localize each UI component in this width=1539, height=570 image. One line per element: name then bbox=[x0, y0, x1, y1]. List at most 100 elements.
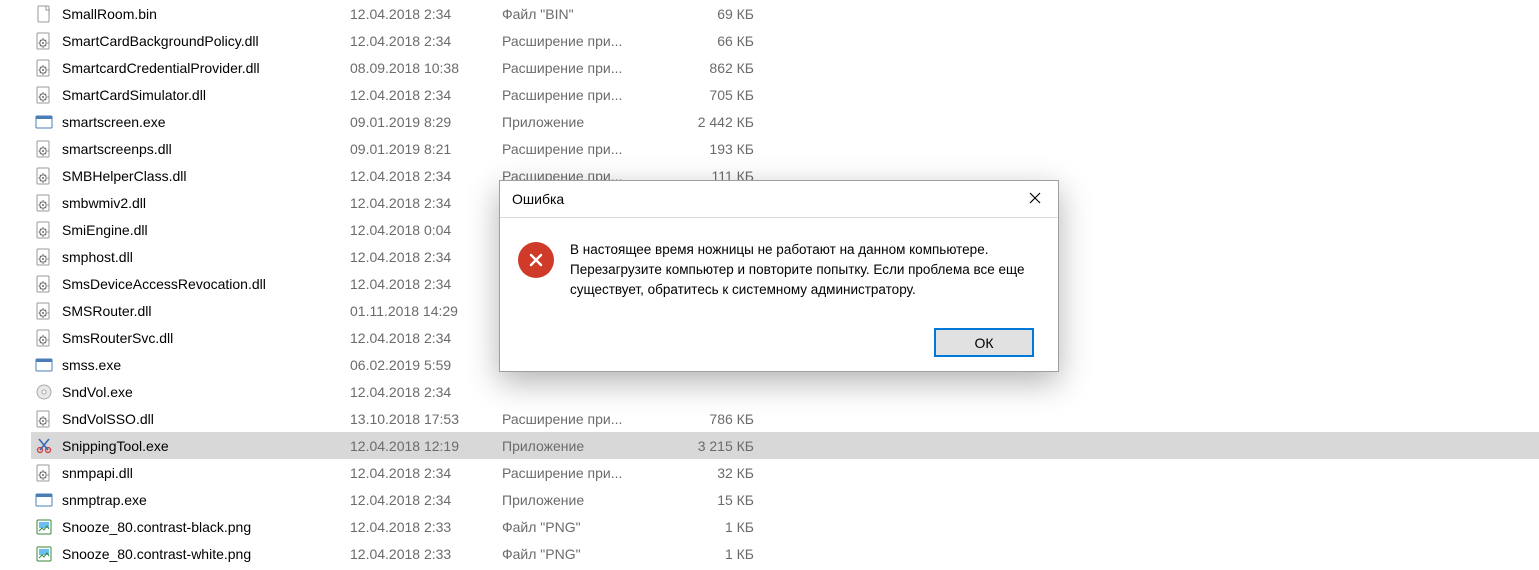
file-size: 2 442 КБ bbox=[658, 114, 764, 130]
file-icon bbox=[34, 247, 54, 267]
file-icon bbox=[34, 220, 54, 240]
file-icon bbox=[34, 31, 54, 51]
file-icon bbox=[34, 436, 54, 456]
file-row[interactable]: SmartcardCredentialProvider.dll08.09.201… bbox=[31, 54, 1539, 81]
file-row[interactable]: snmpapi.dll12.04.2018 2:34Расширение при… bbox=[31, 459, 1539, 486]
file-row[interactable]: SndVol.exe12.04.2018 2:34 bbox=[31, 378, 1539, 405]
file-name: SmallRoom.bin bbox=[62, 6, 350, 22]
file-date: 09.01.2019 8:29 bbox=[350, 114, 502, 130]
dialog-title: Ошибка bbox=[512, 191, 1012, 207]
file-name: smphost.dll bbox=[62, 249, 350, 265]
file-date: 12.04.2018 2:34 bbox=[350, 249, 502, 265]
file-icon bbox=[34, 382, 54, 402]
file-icon bbox=[34, 193, 54, 213]
file-type: Расширение при... bbox=[502, 33, 658, 49]
file-row[interactable]: SmartCardBackgroundPolicy.dll12.04.2018 … bbox=[31, 27, 1539, 54]
file-name: Snooze_80.contrast-white.png bbox=[62, 546, 350, 562]
file-date: 12.04.2018 2:34 bbox=[350, 492, 502, 508]
file-size: 862 КБ bbox=[658, 60, 764, 76]
file-row[interactable]: SmartCardSimulator.dll12.04.2018 2:34Рас… bbox=[31, 81, 1539, 108]
file-size: 1 КБ bbox=[658, 519, 764, 535]
file-icon bbox=[34, 139, 54, 159]
error-dialog: Ошибка В настоящее время ножницы не рабо… bbox=[499, 180, 1059, 372]
close-icon bbox=[1029, 191, 1041, 207]
file-size: 3 215 КБ bbox=[658, 438, 764, 454]
file-name: smbwmiv2.dll bbox=[62, 195, 350, 211]
file-size: 66 КБ bbox=[658, 33, 764, 49]
file-size: 32 КБ bbox=[658, 465, 764, 481]
file-name: snmptrap.exe bbox=[62, 492, 350, 508]
file-size: 193 КБ bbox=[658, 141, 764, 157]
file-date: 12.04.2018 2:34 bbox=[350, 168, 502, 184]
file-date: 09.01.2019 8:21 bbox=[350, 141, 502, 157]
file-icon bbox=[34, 274, 54, 294]
file-name: SMSRouter.dll bbox=[62, 303, 350, 319]
file-icon bbox=[34, 544, 54, 564]
file-size: 15 КБ bbox=[658, 492, 764, 508]
file-date: 12.04.2018 2:34 bbox=[350, 33, 502, 49]
file-row[interactable]: SmallRoom.bin12.04.2018 2:34Файл "BIN"69… bbox=[31, 0, 1539, 27]
file-type: Расширение при... bbox=[502, 87, 658, 103]
file-row[interactable]: Snooze_80.contrast-white.png12.04.2018 2… bbox=[31, 540, 1539, 567]
file-icon bbox=[34, 112, 54, 132]
file-icon bbox=[34, 490, 54, 510]
file-date: 12.04.2018 2:34 bbox=[350, 6, 502, 22]
file-date: 12.04.2018 2:34 bbox=[350, 330, 502, 346]
file-date: 06.02.2019 5:59 bbox=[350, 357, 502, 373]
close-button[interactable] bbox=[1012, 181, 1058, 217]
file-row[interactable]: smartscreenps.dll09.01.2019 8:21Расширен… bbox=[31, 135, 1539, 162]
file-icon bbox=[34, 517, 54, 537]
file-name: SmsRouterSvc.dll bbox=[62, 330, 350, 346]
file-type: Файл "PNG" bbox=[502, 546, 658, 562]
file-icon bbox=[34, 355, 54, 375]
file-row[interactable]: SndVolSSO.dll13.10.2018 17:53Расширение … bbox=[31, 405, 1539, 432]
file-name: SMBHelperClass.dll bbox=[62, 168, 350, 184]
file-type: Расширение при... bbox=[502, 141, 658, 157]
file-date: 12.04.2018 0:04 bbox=[350, 222, 502, 238]
file-name: SmartCardBackgroundPolicy.dll bbox=[62, 33, 350, 49]
file-row[interactable]: Snooze_80.contrast-black.png12.04.2018 2… bbox=[31, 513, 1539, 540]
file-row[interactable]: SnippingTool.exe12.04.2018 12:19Приложен… bbox=[31, 432, 1539, 459]
file-name: SndVol.exe bbox=[62, 384, 350, 400]
file-type: Приложение bbox=[502, 114, 658, 130]
file-date: 12.04.2018 2:33 bbox=[350, 519, 502, 535]
file-name: smartscreen.exe bbox=[62, 114, 350, 130]
file-date: 13.10.2018 17:53 bbox=[350, 411, 502, 427]
file-size: 69 КБ bbox=[658, 6, 764, 22]
file-date: 12.04.2018 2:34 bbox=[350, 87, 502, 103]
dialog-titlebar[interactable]: Ошибка bbox=[500, 181, 1058, 218]
file-name: SmartCardSimulator.dll bbox=[62, 87, 350, 103]
file-date: 12.04.2018 2:34 bbox=[350, 465, 502, 481]
file-icon bbox=[34, 301, 54, 321]
file-row[interactable]: smartscreen.exe09.01.2019 8:29Приложение… bbox=[31, 108, 1539, 135]
file-name: SmiEngine.dll bbox=[62, 222, 350, 238]
file-date: 12.04.2018 2:33 bbox=[350, 546, 502, 562]
file-icon bbox=[34, 4, 54, 24]
file-name: SndVolSSO.dll bbox=[62, 411, 350, 427]
ok-button[interactable]: ОК bbox=[934, 328, 1034, 357]
file-name: smss.exe bbox=[62, 357, 350, 373]
file-date: 12.04.2018 2:34 bbox=[350, 276, 502, 292]
file-name: smartscreenps.dll bbox=[62, 141, 350, 157]
dialog-body: В настоящее время ножницы не работают на… bbox=[500, 218, 1058, 371]
file-date: 01.11.2018 14:29 bbox=[350, 303, 502, 319]
file-date: 12.04.2018 2:34 bbox=[350, 195, 502, 211]
file-date: 12.04.2018 12:19 bbox=[350, 438, 502, 454]
file-type: Файл "BIN" bbox=[502, 6, 658, 22]
file-icon bbox=[34, 166, 54, 186]
error-icon bbox=[518, 242, 554, 278]
file-date: 08.09.2018 10:38 bbox=[350, 60, 502, 76]
file-icon bbox=[34, 463, 54, 483]
file-icon bbox=[34, 58, 54, 78]
file-icon bbox=[34, 409, 54, 429]
file-row[interactable]: snmptrap.exe12.04.2018 2:34Приложение15 … bbox=[31, 486, 1539, 513]
file-type: Расширение при... bbox=[502, 60, 658, 76]
file-size: 705 КБ bbox=[658, 87, 764, 103]
file-size: 786 КБ bbox=[658, 411, 764, 427]
file-type: Приложение bbox=[502, 438, 658, 454]
file-type: Расширение при... bbox=[502, 465, 658, 481]
file-date: 12.04.2018 2:34 bbox=[350, 384, 502, 400]
file-size: 1 КБ bbox=[658, 546, 764, 562]
file-type: Приложение bbox=[502, 492, 658, 508]
file-name: SmsDeviceAccessRevocation.dll bbox=[62, 276, 350, 292]
